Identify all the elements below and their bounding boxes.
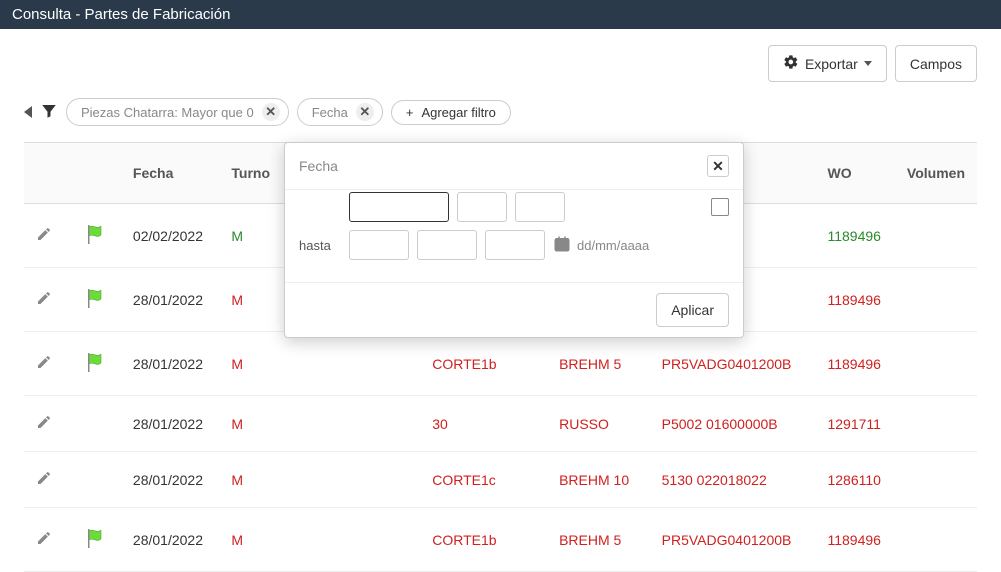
cell-wo: 1189496 <box>815 268 894 332</box>
close-icon[interactable]: ✕ <box>356 103 374 121</box>
table-wrapper: Fecha Turno Nombre Operario Celula Maqui… <box>0 142 1001 572</box>
date-checkbox[interactable] <box>711 198 729 216</box>
cell-volumen <box>895 268 977 332</box>
date-placeholder-text: dd/mm/aaaa <box>577 238 649 253</box>
edit-icon[interactable] <box>36 417 52 433</box>
chip-label: Piezas Chatarra: Mayor que 0 <box>81 105 254 120</box>
page-header: Consulta - Partes de Fabricación <box>0 0 1001 29</box>
popover-body: hasta dd/mm/aaaa <box>285 190 743 282</box>
cell-turno: M <box>219 508 295 572</box>
cell-volumen <box>895 452 977 508</box>
flag-icon <box>83 233 107 249</box>
toolbar: Exportar Campos <box>0 29 1001 94</box>
cell-celula: CORTE1c <box>420 452 547 508</box>
calendar-icon[interactable] <box>553 235 571 256</box>
cell-maquina: BREHM 5 <box>547 332 650 396</box>
cell-fecha: 28/01/2022 <box>121 268 219 332</box>
chip-label: Fecha <box>312 105 348 120</box>
table-row: 28/01/2022M 30RUSSOP5002 01600000B1291711 <box>24 396 977 452</box>
col-wo[interactable]: WO <box>815 143 894 204</box>
plus-icon: + <box>406 105 414 120</box>
date-filter-popover: Fecha ✕ hasta dd/mm/aaaa <box>284 142 744 338</box>
cell-fecha: 02/02/2022 <box>121 204 219 268</box>
apply-button[interactable]: Aplicar <box>656 293 729 327</box>
cell-wo: 1286110 <box>815 452 894 508</box>
to-day-input[interactable] <box>349 230 409 260</box>
cell-operario <box>295 508 420 572</box>
popover-footer: Aplicar <box>285 282 743 337</box>
hasta-label: hasta <box>299 238 341 253</box>
cell-fecha: 28/01/2022 <box>121 396 219 452</box>
cell-celula: 30 <box>420 396 547 452</box>
cell-item: PR5VADG0401200B <box>650 508 816 572</box>
filter-chip-piezas[interactable]: Piezas Chatarra: Mayor que 0 ✕ <box>66 98 289 126</box>
add-filter-button[interactable]: + Agregar filtro <box>391 100 511 125</box>
from-day-input[interactable] <box>349 192 449 222</box>
add-filter-label: Agregar filtro <box>421 105 495 120</box>
col-fecha[interactable]: Fecha <box>121 143 219 204</box>
apply-label: Aplicar <box>671 302 714 318</box>
from-year-input[interactable] <box>515 192 565 222</box>
fields-label: Campos <box>910 56 962 72</box>
cell-fecha: 28/01/2022 <box>121 332 219 396</box>
cell-celula: CORTE1b <box>420 332 547 396</box>
cell-fecha: 28/01/2022 <box>121 508 219 572</box>
edit-icon[interactable] <box>36 229 52 245</box>
popover-title: Fecha <box>299 158 338 174</box>
cell-operario <box>295 396 420 452</box>
from-month-input[interactable] <box>457 192 507 222</box>
close-icon[interactable]: ✕ <box>262 103 280 121</box>
fields-button[interactable]: Campos <box>895 45 977 82</box>
cell-volumen <box>895 332 977 396</box>
collapse-icon[interactable] <box>24 106 32 118</box>
cell-fecha: 28/01/2022 <box>121 452 219 508</box>
date-display: dd/mm/aaaa <box>553 235 649 256</box>
edit-icon[interactable] <box>36 473 52 489</box>
flag-icon <box>83 537 107 553</box>
cell-turno: M <box>219 452 295 508</box>
table-row: 28/01/2022M CORTE1bBREHM 5PR5VADG0401200B… <box>24 508 977 572</box>
filter-bar: Piezas Chatarra: Mayor que 0 ✕ Fecha ✕ +… <box>0 94 1001 142</box>
cell-volumen <box>895 204 977 268</box>
cell-maquina: BREHM 10 <box>547 452 650 508</box>
col-edit <box>24 143 71 204</box>
filter-chip-fecha[interactable]: Fecha ✕ <box>297 98 383 126</box>
close-icon[interactable]: ✕ <box>707 155 729 177</box>
col-flag <box>71 143 120 204</box>
export-label: Exportar <box>805 56 858 72</box>
flag-icon <box>83 361 107 377</box>
cell-item: P5002 01600000B <box>650 396 816 452</box>
edit-icon[interactable] <box>36 533 52 549</box>
cell-wo: 1291711 <box>815 396 894 452</box>
cell-volumen <box>895 396 977 452</box>
table-row: 28/01/2022M CORTE1bBREHM 5PR5VADG0401200B… <box>24 332 977 396</box>
flag-icon <box>83 297 107 313</box>
to-year-input[interactable] <box>485 230 545 260</box>
edit-icon[interactable] <box>36 293 52 309</box>
cell-maquina: BREHM 5 <box>547 508 650 572</box>
cell-operario <box>295 452 420 508</box>
page-title: Consulta - Partes de Fabricación <box>12 6 230 23</box>
table-row: 28/01/2022M CORTE1cBREHM 105130 022018022… <box>24 452 977 508</box>
gear-icon <box>783 54 799 73</box>
cell-turno: M <box>219 396 295 452</box>
export-button[interactable]: Exportar <box>768 45 887 82</box>
col-volumen[interactable]: Volumen <box>895 143 977 204</box>
cell-celula: CORTE1b <box>420 508 547 572</box>
edit-icon[interactable] <box>36 357 52 373</box>
filter-icon[interactable] <box>40 102 58 123</box>
cell-maquina: RUSSO <box>547 396 650 452</box>
cell-wo: 1189496 <box>815 204 894 268</box>
cell-wo: 1189496 <box>815 332 894 396</box>
to-month-input[interactable] <box>417 230 477 260</box>
caret-down-icon <box>864 61 872 66</box>
cell-turno: M <box>219 332 295 396</box>
cell-wo: 1189496 <box>815 508 894 572</box>
popover-header: Fecha ✕ <box>285 143 743 190</box>
cell-volumen <box>895 508 977 572</box>
cell-item: PR5VADG0401200B <box>650 332 816 396</box>
cell-operario <box>295 332 420 396</box>
cell-item: 5130 022018022 <box>650 452 816 508</box>
